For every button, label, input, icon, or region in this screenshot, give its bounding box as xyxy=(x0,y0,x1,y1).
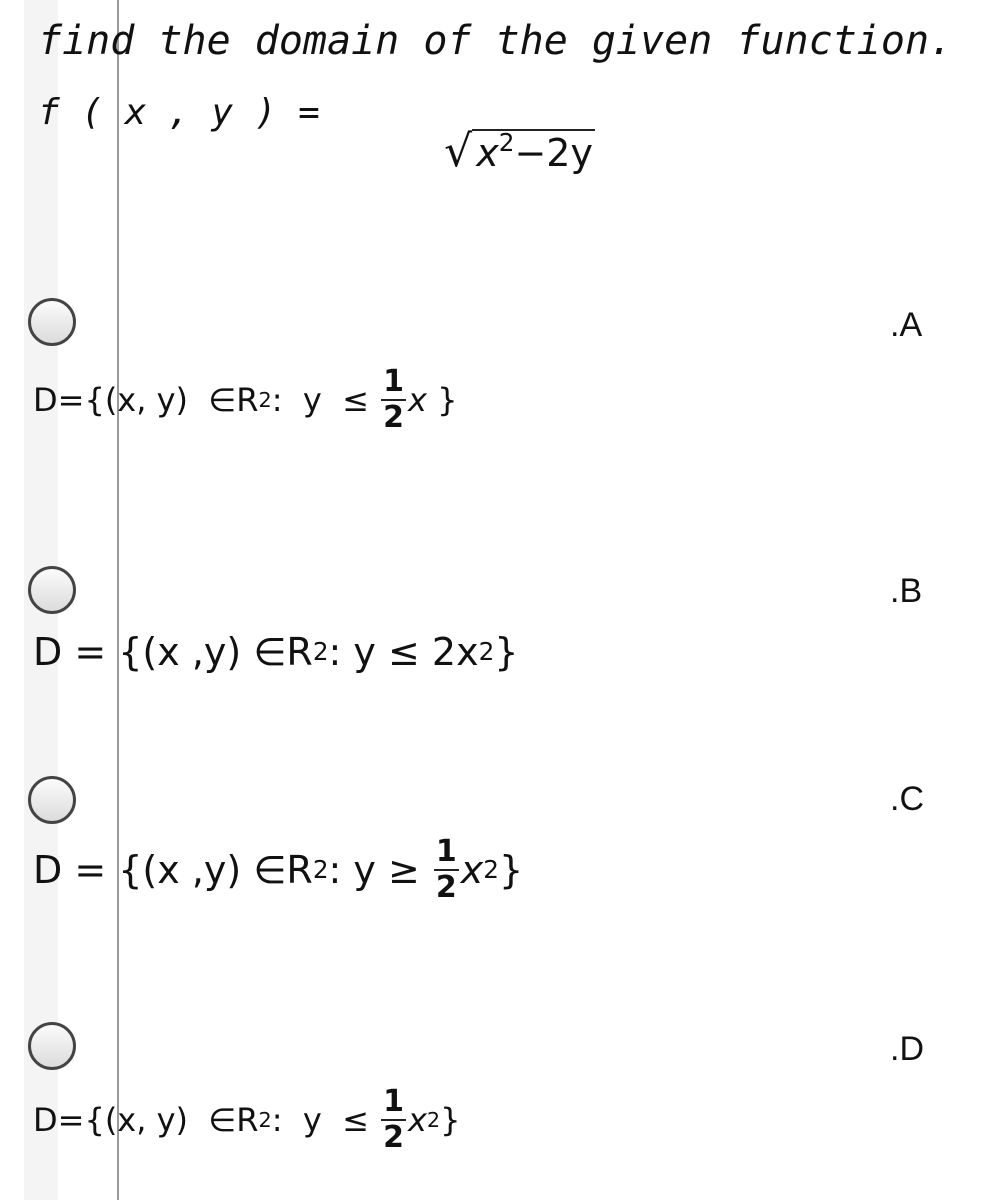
radicand: x2−2y xyxy=(472,129,595,173)
fraction: 12 xyxy=(381,364,406,435)
fraction: 12 xyxy=(433,834,459,905)
function-lhs: f ( x , y ) = xyxy=(38,92,320,133)
option-a-letter: .A xyxy=(890,306,923,344)
option-d-letter: .D xyxy=(890,1030,924,1068)
option-d-formula[interactable]: D={(x, y) ∈R 2: y ≤ 1 2 x 2} xyxy=(33,1085,460,1155)
option-b-letter: .B xyxy=(890,572,923,610)
option-b-radio[interactable] xyxy=(28,566,76,614)
fraction: 12 xyxy=(381,1084,406,1155)
vertical-divider xyxy=(117,0,119,1200)
option-d-radio[interactable] xyxy=(28,1022,76,1070)
option-c-radio[interactable] xyxy=(28,776,76,824)
option-b-formula[interactable]: D = {(x ,y) ∈R 2: y ≤ 2x 2} xyxy=(33,630,518,674)
option-c-letter: .C xyxy=(890,780,924,818)
option-c-formula[interactable]: D = {(x ,y) ∈R 2: y ≥ 1 2 x 2} xyxy=(33,835,523,905)
function-rhs: √ x2−2y xyxy=(420,82,595,177)
question-title: find the domain of the given function. xyxy=(38,18,954,64)
option-a-radio[interactable] xyxy=(28,298,76,346)
option-a-formula[interactable]: D={(x, y) ∈R 2: y ≤ 12x } xyxy=(33,365,457,435)
sqrt-icon: √ xyxy=(444,126,473,177)
